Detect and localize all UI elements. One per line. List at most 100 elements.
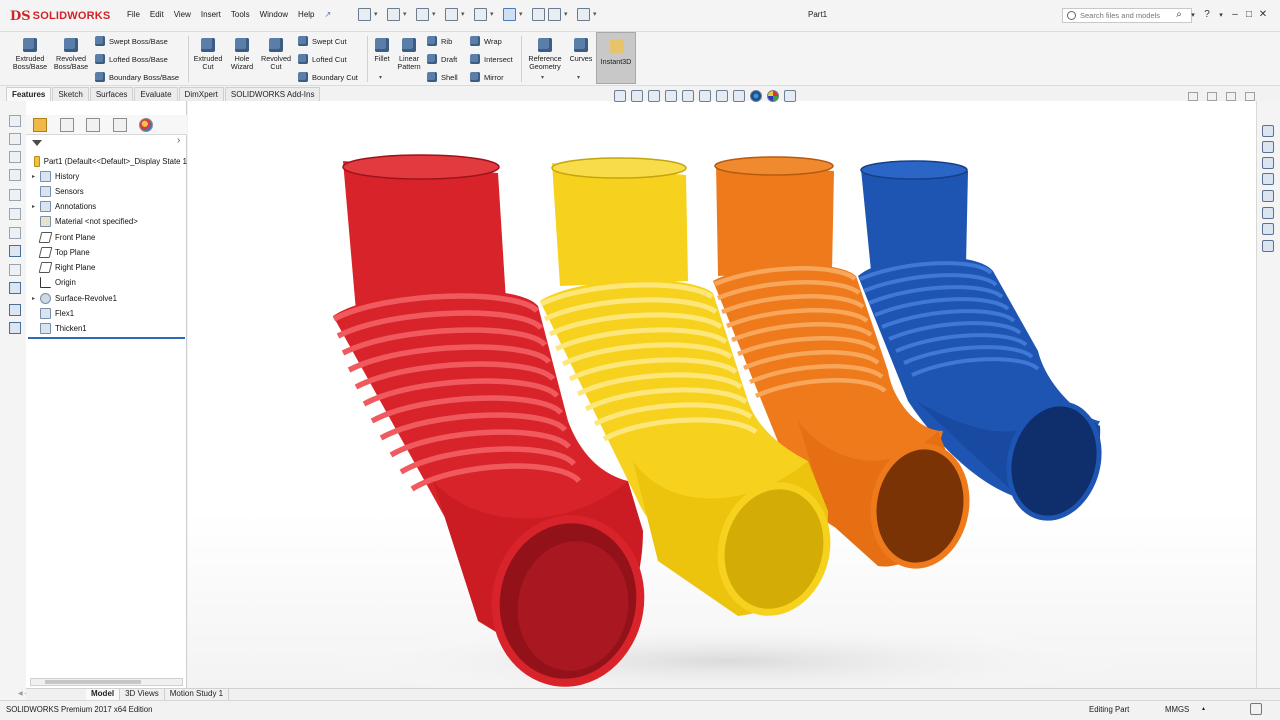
tree-item-history[interactable]: ▸ History <box>26 169 187 183</box>
design-library-icon[interactable] <box>1262 157 1274 169</box>
chevron-down-icon[interactable]: ▾ <box>432 8 439 21</box>
undo-icon[interactable] <box>474 8 487 21</box>
curves-dropdown-icon[interactable]: ▾ <box>577 74 580 81</box>
reference-geometry-button[interactable]: Reference Geometry <box>524 36 566 82</box>
strip-icon[interactable] <box>9 322 21 334</box>
pin-icon[interactable]: ↗ <box>320 10 337 19</box>
measure-icon[interactable] <box>9 245 21 257</box>
extruded-boss-button[interactable]: Extruded Boss/Base <box>11 36 49 82</box>
intersect-button[interactable]: Intersect <box>470 53 513 65</box>
zoom-to-area-icon[interactable] <box>631 90 643 102</box>
reference-geometry-dropdown-icon[interactable]: ▾ <box>541 74 544 81</box>
instant3d-button[interactable]: Instant3D <box>596 32 636 84</box>
menu-tools[interactable]: Tools <box>226 10 255 19</box>
chevron-down-icon[interactable]: ▾ <box>564 8 571 21</box>
open-folder-icon[interactable] <box>387 8 400 21</box>
filter-icon[interactable] <box>32 140 42 150</box>
appearances-icon[interactable] <box>1262 190 1274 202</box>
tab-dimxpert[interactable]: DimXpert <box>178 87 224 101</box>
expand-arrow-icon[interactable]: ▸ <box>32 295 40 302</box>
fillet-dropdown-icon[interactable]: ▾ <box>379 74 382 81</box>
viewport-maximize-icon[interactable] <box>1226 92 1236 101</box>
save-icon[interactable] <box>416 8 429 21</box>
chevron-down-icon[interactable]: ▾ <box>490 8 497 21</box>
rollback-bar[interactable] <box>28 337 185 339</box>
strip-icon[interactable] <box>9 151 21 163</box>
draft-button[interactable]: Draft <box>427 53 457 65</box>
strip-icon[interactable] <box>9 115 21 127</box>
lofted-boss-button[interactable]: Lofted Boss/Base <box>95 53 168 65</box>
view-orientation-icon[interactable] <box>699 90 711 102</box>
view-palette-icon[interactable] <box>1262 223 1274 235</box>
feature-manager-tab-icon[interactable] <box>33 118 47 132</box>
tree-item-flex1[interactable]: Flex1 <box>26 306 187 320</box>
strip-icon[interactable] <box>9 264 21 276</box>
chevron-right-icon[interactable]: › <box>177 135 180 146</box>
mirror-button[interactable]: Mirror <box>470 71 504 83</box>
new-document-icon[interactable] <box>358 8 371 21</box>
chevron-down-icon[interactable]: ▾ <box>461 8 468 21</box>
tree-item-origin[interactable]: Origin <box>26 275 187 289</box>
chevron-down-icon[interactable]: ▾ <box>1214 11 1228 19</box>
strip-icon[interactable] <box>9 169 21 181</box>
tree-item-sensors[interactable]: Sensors <box>26 184 187 198</box>
tab-sketch[interactable]: Sketch <box>52 87 89 101</box>
expand-arrow-icon[interactable]: ▸ <box>32 203 40 210</box>
tab-surfaces[interactable]: Surfaces <box>89 87 134 101</box>
menu-insert[interactable]: Insert <box>196 10 226 19</box>
previous-view-icon[interactable] <box>648 90 660 102</box>
strip-icon[interactable] <box>9 189 21 201</box>
extruded-cut-button[interactable]: Extruded Cut <box>189 36 227 82</box>
revolved-cut-button[interactable]: Revolved Cut <box>257 36 295 82</box>
menu-window[interactable]: Window <box>255 10 293 19</box>
search-go-icon[interactable]: ⌕ <box>1172 9 1186 20</box>
scrollbar-thumb[interactable] <box>45 680 141 684</box>
boundary-cut-button[interactable]: Boundary Cut <box>298 71 358 83</box>
display-manager-tab-icon[interactable] <box>139 118 153 132</box>
tab-model[interactable]: Model <box>86 689 121 700</box>
file-properties-icon[interactable] <box>548 8 561 21</box>
hide-show-items-icon[interactable] <box>733 90 745 102</box>
section-view-icon[interactable] <box>665 90 677 102</box>
hole-wizard-button[interactable]: Hole Wizard <box>223 36 261 82</box>
swept-boss-button[interactable]: Swept Boss/Base <box>95 35 168 47</box>
edit-appearance-icon[interactable] <box>750 90 762 102</box>
horizontal-scrollbar[interactable] <box>30 678 183 686</box>
chevron-down-icon[interactable]: ▾ <box>519 8 526 21</box>
dynamic-annotation-icon[interactable] <box>682 90 694 102</box>
strip-icon[interactable] <box>9 133 21 145</box>
viewport-close-icon[interactable] <box>1245 92 1255 101</box>
units-selector[interactable]: MMGS <box>1165 705 1189 714</box>
tab-motion-study[interactable]: Motion Study 1 <box>165 689 230 700</box>
tree-item-material[interactable]: Material <not specified> <box>26 214 187 228</box>
chevron-down-icon[interactable]: ▾ <box>1186 11 1200 19</box>
menu-file[interactable]: File <box>122 10 145 19</box>
configuration-manager-tab-icon[interactable] <box>86 118 100 132</box>
print-icon[interactable] <box>445 8 458 21</box>
chevron-down-icon[interactable]: ▾ <box>593 8 600 21</box>
shell-button[interactable]: Shell <box>427 71 458 83</box>
expand-arrow-icon[interactable]: ▸ <box>32 173 40 180</box>
help-icon[interactable]: ? <box>1200 9 1214 20</box>
solidworks-resources-icon[interactable] <box>1262 141 1274 153</box>
swept-cut-button[interactable]: Swept Cut <box>298 35 347 47</box>
display-style-icon[interactable] <box>716 90 728 102</box>
tab-addins[interactable]: SOLIDWORKS Add-Ins <box>224 87 321 101</box>
graphics-area[interactable] <box>188 101 1256 688</box>
close-icon[interactable]: ✕ <box>1256 9 1270 20</box>
viewport-minimize-icon[interactable] <box>1188 92 1198 101</box>
tab-features[interactable]: Features <box>6 87 52 101</box>
dimxpert-manager-tab-icon[interactable] <box>113 118 127 132</box>
menu-help[interactable]: Help <box>293 10 319 19</box>
rib-button[interactable]: Rib <box>427 35 452 47</box>
select-pointer-icon[interactable] <box>503 8 516 21</box>
apply-scene-icon[interactable] <box>767 90 779 102</box>
chevron-down-icon[interactable]: ▾ <box>403 8 410 21</box>
property-manager-tab-icon[interactable] <box>60 118 74 132</box>
solidworks-logo[interactable]: DS SOLIDWORKS <box>10 7 110 25</box>
boundary-boss-button[interactable]: Boundary Boss/Base <box>95 71 179 83</box>
tree-item-surface-revolve1[interactable]: ▸ Surface-Revolve1 <box>26 291 187 305</box>
strip-icon[interactable] <box>9 227 21 239</box>
menu-view[interactable]: View <box>169 10 196 19</box>
monitor-icon[interactable] <box>9 282 21 294</box>
